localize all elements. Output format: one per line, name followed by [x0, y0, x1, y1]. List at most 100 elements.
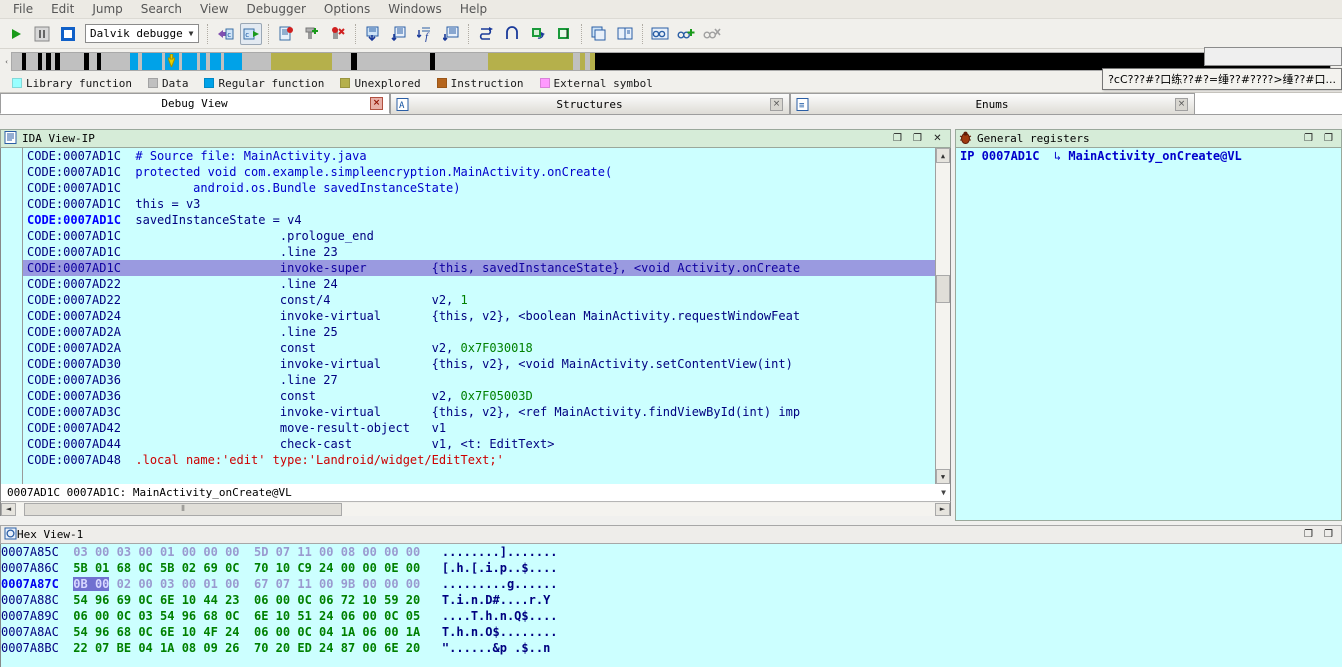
hex-byte[interactable]: 00	[182, 545, 196, 559]
pause-button[interactable]	[31, 23, 53, 45]
delete-breakpoint-icon[interactable]	[327, 23, 349, 45]
disassembly-line[interactable]: CODE:0007AD1C savedInstanceState = v4	[1, 212, 950, 228]
disassembly-line[interactable]: CODE:0007AD24 invoke-virtual {this, v2},…	[1, 308, 950, 324]
hex-byte[interactable]: 00	[384, 625, 398, 639]
vscroll-thumb[interactable]	[936, 275, 950, 303]
hex-byte[interactable]: 03	[160, 577, 174, 591]
hex-byte[interactable]: 69	[117, 593, 131, 607]
hex-byte[interactable]: 0C	[225, 609, 239, 623]
disassembly-line[interactable]: CODE:0007AD1C .prologue_end	[1, 228, 950, 244]
hex-byte[interactable]: 00	[362, 545, 376, 559]
disassembly-line[interactable]: CODE:0007AD1C android.os.Bundle savedIns…	[1, 180, 950, 196]
hex-byte[interactable]: 0C	[138, 625, 152, 639]
hex-byte[interactable]: 00	[276, 593, 290, 607]
hex-byte[interactable]: 10	[276, 561, 290, 575]
hex-byte[interactable]: 05	[406, 609, 420, 623]
hex-byte[interactable]: 00	[384, 545, 398, 559]
hex-byte[interactable]: 00	[406, 545, 420, 559]
hex-byte[interactable]: 20	[276, 641, 290, 655]
disassembly-vscrollbar[interactable]: ▲ ▼	[935, 148, 950, 484]
structures-view-icon[interactable]	[440, 23, 462, 45]
hex-byte[interactable]: 9B	[341, 577, 355, 591]
close-button[interactable]: ✕	[932, 133, 943, 144]
disassembly-line[interactable]: CODE:0007AD36 .line 27	[1, 372, 950, 388]
hex-byte[interactable]: 87	[341, 641, 355, 655]
split-window-icon[interactable]	[614, 23, 636, 45]
hex-byte[interactable]: 70	[254, 641, 268, 655]
hex-byte[interactable]: 0C	[117, 609, 131, 623]
hex-byte[interactable]: 06	[254, 625, 268, 639]
menu-item-edit[interactable]: Edit	[42, 0, 83, 18]
toolbar-overflow-field[interactable]	[1204, 47, 1342, 66]
disassembly-line[interactable]: CODE:0007AD30 invoke-virtual {this, v2},…	[1, 356, 950, 372]
hex-byte[interactable]: 08	[341, 545, 355, 559]
hex-byte[interactable]: 0C	[297, 625, 311, 639]
jump-back-icon[interactable]	[501, 23, 523, 45]
hex-byte[interactable]: 01	[95, 561, 109, 575]
hex-byte[interactable]: BE	[117, 641, 131, 655]
hex-byte[interactable]: 00	[406, 577, 420, 591]
disassembly-area[interactable]: CODE:0007AD1C # Source file: MainActivit…	[0, 148, 951, 484]
disassembly-hscrollbar[interactable]: ◄ ⦀ ►	[0, 501, 951, 516]
disassembly-line[interactable]: CODE:0007AD1C .line 23	[1, 244, 950, 260]
hex-byte[interactable]: 11	[297, 545, 311, 559]
step-over-icon[interactable]: c	[240, 22, 262, 45]
hex-byte[interactable]: 06	[362, 625, 376, 639]
hex-byte[interactable]: 00	[225, 545, 239, 559]
maximize-button[interactable]: ❐	[912, 133, 923, 144]
disassembly-lines[interactable]: CODE:0007AD1C # Source file: MainActivit…	[1, 148, 950, 468]
hex-byte[interactable]: 54	[73, 593, 87, 607]
hex-byte[interactable]: 24	[225, 625, 239, 639]
hex-byte[interactable]: 06	[341, 609, 355, 623]
hex-byte[interactable]: 20	[406, 641, 420, 655]
hex-byte[interactable]: 59	[384, 593, 398, 607]
hex-byte[interactable]: 44	[203, 593, 217, 607]
hex-byte[interactable]: 10	[362, 593, 376, 607]
hex-byte[interactable]: 1A	[160, 641, 174, 655]
register-row[interactable]: IP 0007AD1C ↳ MainActivity_onCreate@VL	[956, 148, 1341, 164]
hex-byte[interactable]: 24	[319, 641, 333, 655]
hex-byte[interactable]: 06	[319, 593, 333, 607]
scroll-down-button[interactable]: ▼	[936, 469, 950, 484]
hex-byte[interactable]: 08	[182, 641, 196, 655]
hex-byte[interactable]: 00	[182, 577, 196, 591]
hex-byte[interactable]: 10	[182, 593, 196, 607]
menu-item-windows[interactable]: Windows	[379, 0, 451, 18]
hex-byte[interactable]: 24	[319, 609, 333, 623]
hex-byte[interactable]: 01	[203, 577, 217, 591]
disassembly-gutter[interactable]	[1, 148, 23, 484]
hex-byte[interactable]: 03	[73, 545, 87, 559]
disassembly-line[interactable]: CODE:0007AD1C this = v3	[1, 196, 950, 212]
hex-byte[interactable]: 5B	[73, 561, 87, 575]
registers-titlebar[interactable]: General registers ❐ ❐	[955, 129, 1342, 148]
status-dropdown-icon[interactable]: ▼	[941, 488, 946, 497]
stop-button[interactable]	[57, 23, 79, 45]
tab-structures[interactable]: A Structures ×	[390, 93, 790, 114]
disassembly-line[interactable]: IPCODE:0007AD1C invoke-super {this, save…	[1, 260, 950, 276]
tab-debug-view[interactable]: Debug View ×	[0, 93, 390, 114]
tab-enums[interactable]: ≡ Enums ×	[790, 93, 1195, 114]
jump-forward-icon[interactable]	[475, 23, 497, 45]
vscroll-track[interactable]	[936, 163, 950, 469]
hex-byte[interactable]: 07	[95, 641, 109, 655]
hex-byte[interactable]: 00	[406, 561, 420, 575]
hex-byte[interactable]: 0C	[138, 561, 152, 575]
disassembly-line[interactable]: CODE:0007AD36 const v2, 0x7F05003D	[1, 388, 950, 404]
hex-byte[interactable]: 09	[203, 641, 217, 655]
hex-byte[interactable]: 0C	[138, 593, 152, 607]
maximize-button[interactable]: ❐	[1323, 133, 1334, 144]
menu-item-view[interactable]: View	[191, 0, 237, 18]
hex-byte[interactable]: 54	[160, 609, 174, 623]
disassembly-line[interactable]: CODE:0007AD48 .local name:'edit' type:'L…	[1, 452, 950, 468]
hex-byte[interactable]: 06	[254, 593, 268, 607]
hex-byte[interactable]: 04	[138, 641, 152, 655]
hex-byte[interactable]: 0C	[297, 593, 311, 607]
hex-byte[interactable]: 24	[319, 561, 333, 575]
minimize-button[interactable]: ❐	[1303, 529, 1314, 540]
hex-byte[interactable]: 00	[341, 561, 355, 575]
hex-byte[interactable]: 01	[160, 545, 174, 559]
hex-byte[interactable]: 0E	[384, 561, 398, 575]
watch-view-icon[interactable]	[649, 23, 671, 45]
hex-view-titlebar[interactable]: Hex View-1 ❐ ❐	[0, 525, 1342, 544]
hex-byte[interactable]: 00	[362, 577, 376, 591]
